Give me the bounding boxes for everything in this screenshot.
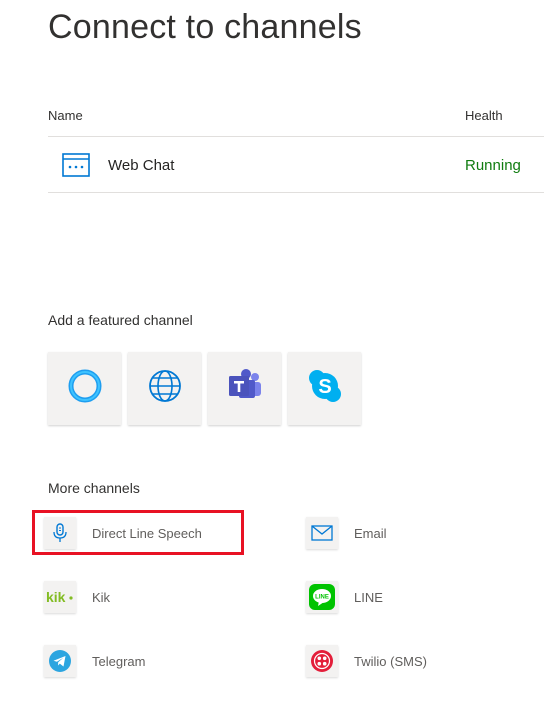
line-icon: LINE (306, 581, 338, 613)
highlight-box (32, 510, 244, 555)
channel-twilio[interactable]: Twilio (SMS) (306, 643, 427, 679)
channel-label: Twilio (SMS) (354, 653, 427, 669)
cortana-channel-button[interactable] (48, 352, 121, 425)
channel-kik[interactable]: kik Kik (44, 579, 110, 615)
cortana-icon (65, 366, 105, 411)
twilio-icon (306, 645, 338, 677)
svg-text:kik: kik (46, 589, 66, 605)
svg-text:LINE: LINE (315, 595, 329, 601)
channel-telegram[interactable]: Telegram (44, 643, 145, 679)
table-header: Name Health (48, 104, 544, 137)
channel-label: Telegram (92, 653, 146, 669)
health-status: Running (465, 157, 521, 174)
more-channels-heading: More channels (48, 480, 140, 496)
globe-icon (146, 367, 184, 410)
channel-email[interactable]: Email (306, 515, 387, 551)
channel-label: Kik (92, 589, 111, 605)
web-chat-icon (62, 151, 90, 179)
column-header-health[interactable]: Health (465, 108, 503, 123)
featured-channels-heading: Add a featured channel (48, 312, 193, 328)
channels-page: Connect to channels Name Health Web Chat… (0, 0, 544, 703)
column-header-name[interactable]: Name (48, 108, 83, 123)
featured-channels: S (48, 352, 361, 425)
page-title: Connect to channels (48, 8, 362, 46)
teams-channel-button[interactable] (208, 352, 281, 425)
channel-label: LINE (354, 589, 383, 605)
channel-name[interactable]: Web Chat (108, 157, 174, 174)
channel-label: Email (354, 525, 387, 541)
channels-table: Name Health Web Chat Running (48, 104, 544, 193)
direct-line-channel-button[interactable] (128, 352, 201, 425)
skype-icon: S (306, 367, 344, 410)
telegram-icon (44, 645, 76, 677)
skype-channel-button[interactable]: S (288, 352, 361, 425)
teams-icon (225, 366, 265, 411)
table-row[interactable]: Web Chat Running (48, 137, 544, 193)
email-icon (306, 517, 338, 549)
channel-line[interactable]: LINE LINE (306, 579, 383, 615)
kik-icon: kik (44, 581, 76, 613)
svg-text:S: S (318, 376, 331, 398)
